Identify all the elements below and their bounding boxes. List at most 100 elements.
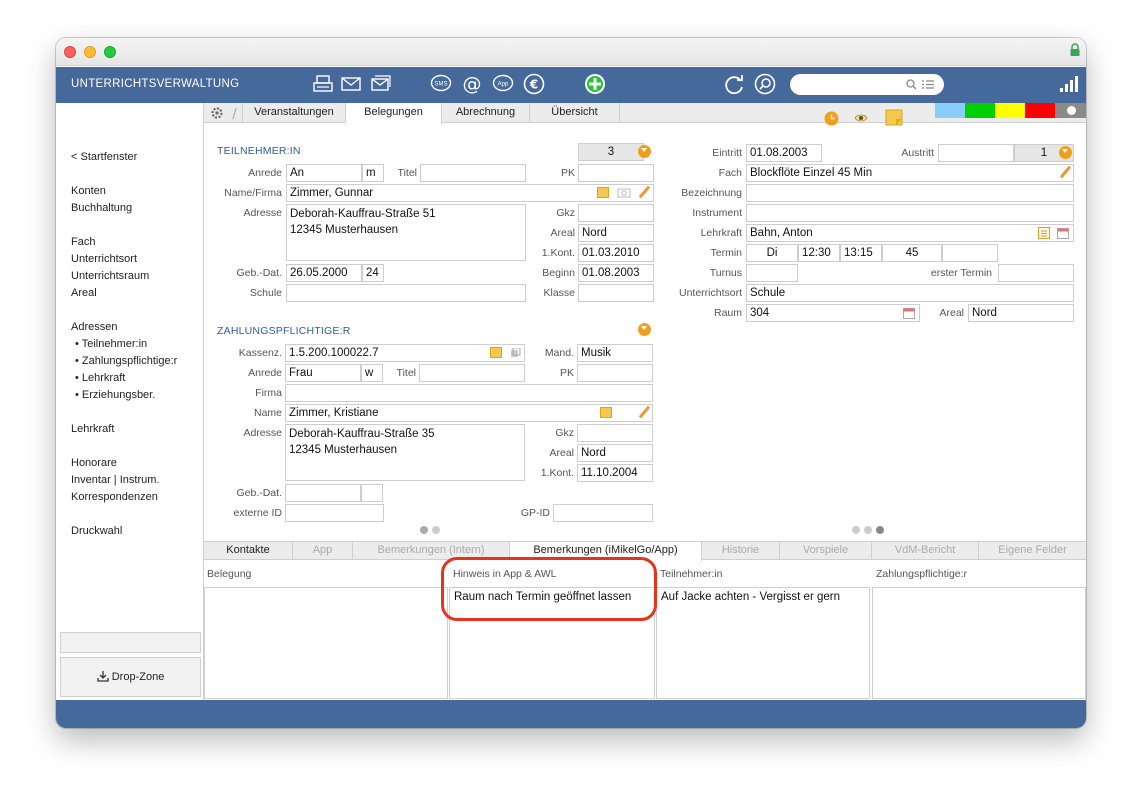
tn-areal-field[interactable]: Nord xyxy=(578,224,654,242)
tn-titel-field[interactable] xyxy=(420,164,526,182)
clock-icon[interactable] xyxy=(824,111,839,126)
app-message-icon[interactable]: App xyxy=(492,73,514,95)
teilnehmer-dropdown-icon[interactable] xyxy=(638,145,651,158)
zp-name-field[interactable]: Zimmer, Kristiane xyxy=(285,404,653,422)
add-record-icon[interactable] xyxy=(584,73,606,95)
zp-adresse-field[interactable]: Deborah-Kauffrau-Straße 35 12345 Musterh… xyxy=(285,424,525,481)
zp-pk-field[interactable] xyxy=(577,364,653,382)
sticky-note-icon[interactable] xyxy=(885,109,903,126)
zp-geb-field[interactable] xyxy=(285,484,361,502)
zp-note-icon[interactable] xyxy=(600,407,612,418)
tab-historie[interactable]: Historie xyxy=(702,542,780,560)
tn-klasse-field[interactable] xyxy=(578,284,654,302)
zoom-window-button[interactable] xyxy=(104,46,116,58)
eintritt-field[interactable]: 01.08.2003 xyxy=(746,144,822,162)
sidebar-item-unterrichtsraum[interactable]: Unterrichtsraum xyxy=(71,270,149,282)
zp-anrede-field[interactable]: Frau xyxy=(285,364,361,382)
zp-kont-field[interactable]: 11.10.2004 xyxy=(577,464,653,482)
zahlungspflichtige-note-field[interactable] xyxy=(872,587,1086,699)
tn-adresse-field[interactable]: Deborah-Kauffrau-Straße 51 12345 Musterh… xyxy=(286,204,526,261)
refresh-icon[interactable] xyxy=(723,73,745,95)
sidebar-item-inventar[interactable]: Inventar | Instrum. xyxy=(71,474,159,486)
zp-titel-field[interactable] xyxy=(419,364,525,382)
sidebar-item-teilnehmer[interactable]: • Teilnehmer:in xyxy=(75,338,147,350)
tn-kont-field[interactable]: 01.03.2010 xyxy=(578,244,654,262)
bezeichnung-field[interactable] xyxy=(746,184,1074,202)
teilnehmer-note-field[interactable]: Auf Jacke achten - Vergisst er gern xyxy=(656,587,870,699)
search-options-icon[interactable] xyxy=(922,79,934,90)
search-input[interactable] xyxy=(790,74,944,95)
termin-duration-field[interactable]: 45 xyxy=(882,244,942,262)
calendar-icon[interactable] xyxy=(1057,227,1069,239)
sidebar-item-unterrichtsort[interactable]: Unterrichtsort xyxy=(71,253,137,265)
color-filter-yellow[interactable] xyxy=(995,103,1025,118)
tn-pk-field[interactable] xyxy=(578,164,654,182)
email-at-icon[interactable]: @ xyxy=(461,73,483,95)
tn-schule-field[interactable] xyxy=(286,284,526,302)
zp-kassenz-field[interactable]: 1.5.200.100022.7 xyxy=(285,344,525,362)
pin-icon[interactable] xyxy=(230,107,240,120)
belegung-note-field[interactable] xyxy=(204,587,448,699)
zp-mand-field[interactable]: Musik xyxy=(577,344,653,362)
drop-zone[interactable]: Drop-Zone xyxy=(60,657,201,697)
list-icon[interactable] xyxy=(1038,227,1050,239)
zp-firma-field[interactable] xyxy=(285,384,653,402)
tab-uebersicht[interactable]: Übersicht xyxy=(530,103,620,123)
lehrkraft-field[interactable]: Bahn, Anton xyxy=(746,224,1074,242)
termin-start-field[interactable]: 12:30 xyxy=(798,244,840,262)
instrument-field[interactable] xyxy=(746,204,1074,222)
minimize-window-button[interactable] xyxy=(84,46,96,58)
fach-field[interactable]: Blockflöte Einzel 45 Min xyxy=(746,164,1074,182)
search-zoom-icon[interactable] xyxy=(754,73,776,95)
tab-vorspiele[interactable]: Vorspiele xyxy=(780,542,872,560)
sidebar-item-lehrkraft-address[interactable]: • Lehrkraft xyxy=(75,372,125,384)
zp-kassenz-note-icon[interactable] xyxy=(490,347,502,358)
sidebar-item-honorare[interactable]: Honorare xyxy=(71,457,117,469)
tn-gender-field[interactable]: m xyxy=(362,164,384,182)
sidebar-item-adressen[interactable]: Adressen xyxy=(71,321,117,333)
tn-note-icon[interactable] xyxy=(597,187,609,198)
tn-anrede-field[interactable]: An xyxy=(286,164,362,182)
sms-icon[interactable]: SMS xyxy=(430,73,452,95)
raum-areal-field[interactable]: Nord xyxy=(968,304,1074,322)
euro-icon[interactable]: € xyxy=(523,73,545,95)
sidebar-item-druckwahl[interactable]: Druckwahl xyxy=(71,525,122,537)
termin-day-field[interactable]: Di xyxy=(746,244,798,262)
color-filter-red[interactable] xyxy=(1025,103,1055,118)
sidebar-item-konten[interactable]: Konten xyxy=(71,185,106,197)
sidebar-item-erziehungsber[interactable]: • Erziehungsber. xyxy=(75,389,155,401)
tab-app[interactable]: App xyxy=(293,542,353,560)
tab-abrechnung[interactable]: Abrechnung xyxy=(442,103,530,123)
page-dot-right-3[interactable] xyxy=(876,526,884,534)
raum-calendar-icon[interactable] xyxy=(903,307,915,319)
zp-gender-field[interactable]: w xyxy=(361,364,383,382)
austritt-field[interactable] xyxy=(938,144,1014,162)
erster-termin-field[interactable] xyxy=(998,264,1074,282)
tn-geb-field[interactable]: 26.05.2000 xyxy=(286,264,362,282)
page-dot-left-1[interactable] xyxy=(420,526,428,534)
sidebar-item-fach[interactable]: Fach xyxy=(71,236,95,248)
zp-areal-field[interactable]: Nord xyxy=(577,444,653,462)
tab-belegungen[interactable]: Belegungen xyxy=(346,103,442,124)
page-dot-right-1[interactable] xyxy=(852,526,860,534)
tn-beginn-field[interactable]: 01.08.2003 xyxy=(578,264,654,282)
tab-veranstaltungen[interactable]: Veranstaltungen xyxy=(242,103,346,123)
color-filter-clear[interactable] xyxy=(1055,103,1086,118)
tn-gkz-field[interactable] xyxy=(578,204,654,222)
zp-gpid-field[interactable] xyxy=(553,504,653,522)
color-filter-lightblue[interactable] xyxy=(935,103,965,118)
sidebar-item-zahlungspflichtige[interactable]: • Zahlungspflichtige:r xyxy=(75,355,177,367)
termin-end-field[interactable]: 13:15 xyxy=(840,244,882,262)
sidebar-item-korrespondenzen[interactable]: Korrespondenzen xyxy=(71,491,158,503)
sidebar-item-areal[interactable]: Areal xyxy=(71,287,97,299)
raum-field[interactable]: 304 xyxy=(746,304,920,322)
copy-icon[interactable] xyxy=(510,348,521,358)
mail-icon[interactable] xyxy=(340,73,362,95)
zp-extid-field[interactable] xyxy=(285,504,384,522)
austritt-dropdown-icon[interactable] xyxy=(1059,146,1072,159)
tab-kontakte[interactable]: Kontakte xyxy=(204,542,293,560)
eye-icon[interactable] xyxy=(854,113,868,123)
sidebar-item-buchhaltung[interactable]: Buchhaltung xyxy=(71,202,132,214)
turnus-field[interactable] xyxy=(746,264,798,282)
page-dot-left-2[interactable] xyxy=(432,526,440,534)
